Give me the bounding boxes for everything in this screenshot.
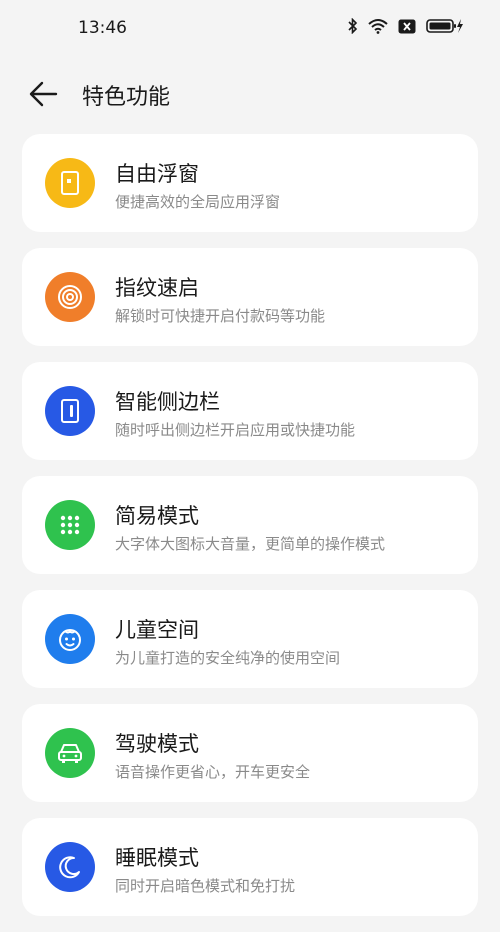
feature-subtitle: 随时呼出侧边栏开启应用或快捷功能 — [115, 421, 356, 439]
header: 特色功能 — [0, 70, 500, 120]
status-icons — [348, 18, 464, 34]
feature-item-smart-sidebar[interactable]: 智能侧边栏 随时呼出侧边栏开启应用或快捷功能 — [22, 362, 478, 460]
feature-title: 智能侧边栏 — [115, 390, 220, 414]
feature-subtitle: 为儿童打造的安全纯净的使用空间 — [115, 649, 341, 667]
feature-subtitle: 语音操作更省心，开车更安全 — [115, 763, 311, 781]
sim-blocked-icon — [398, 19, 416, 34]
sidebar-icon — [45, 386, 95, 436]
feature-title: 儿童空间 — [115, 618, 199, 642]
car-icon — [45, 728, 95, 778]
child-face-icon — [45, 614, 95, 664]
feature-item-simple-mode[interactable]: 简易模式 大字体大图标大音量，更简单的操作模式 — [22, 476, 478, 574]
feature-subtitle: 大字体大图标大音量，更简单的操作模式 — [115, 535, 386, 553]
feature-subtitle: 解锁时可快捷开启付款码等功能 — [115, 307, 326, 325]
floating-window-icon — [45, 158, 95, 208]
feature-subtitle: 便捷高效的全局应用浮窗 — [115, 193, 281, 211]
feature-title: 睡眠模式 — [115, 846, 199, 870]
feature-title: 驾驶模式 — [115, 732, 199, 756]
grid-dots-icon — [45, 500, 95, 550]
battery-charging-icon — [426, 18, 464, 34]
status-bar: 13:46 — [0, 0, 500, 58]
feature-item-floating-window[interactable]: 自由浮窗 便捷高效的全局应用浮窗 — [22, 134, 478, 232]
feature-item-fingerprint[interactable]: 指纹速启 解锁时可快捷开启付款码等功能 — [22, 248, 478, 346]
feature-title: 简易模式 — [115, 504, 199, 528]
feature-title: 自由浮窗 — [115, 162, 199, 186]
back-button[interactable] — [28, 80, 60, 108]
bluetooth-icon — [348, 18, 358, 34]
back-arrow-icon — [29, 81, 58, 107]
feature-item-kids-space[interactable]: 儿童空间 为儿童打造的安全纯净的使用空间 — [22, 590, 478, 688]
wifi-icon — [368, 18, 388, 34]
feature-item-sleep-mode[interactable]: 睡眠模式 同时开启暗色模式和免打扰 — [22, 818, 478, 916]
feature-title: 指纹速启 — [115, 276, 199, 300]
moon-icon — [45, 842, 95, 892]
status-time: 13:46 — [78, 18, 127, 38]
feature-list: 自由浮窗 便捷高效的全局应用浮窗 指纹速启 解锁时可快捷开启付款码等功能 智能侧… — [22, 134, 478, 932]
fingerprint-icon — [45, 272, 95, 322]
page-title: 特色功能 — [82, 85, 171, 110]
feature-item-driving-mode[interactable]: 驾驶模式 语音操作更省心，开车更安全 — [22, 704, 478, 802]
